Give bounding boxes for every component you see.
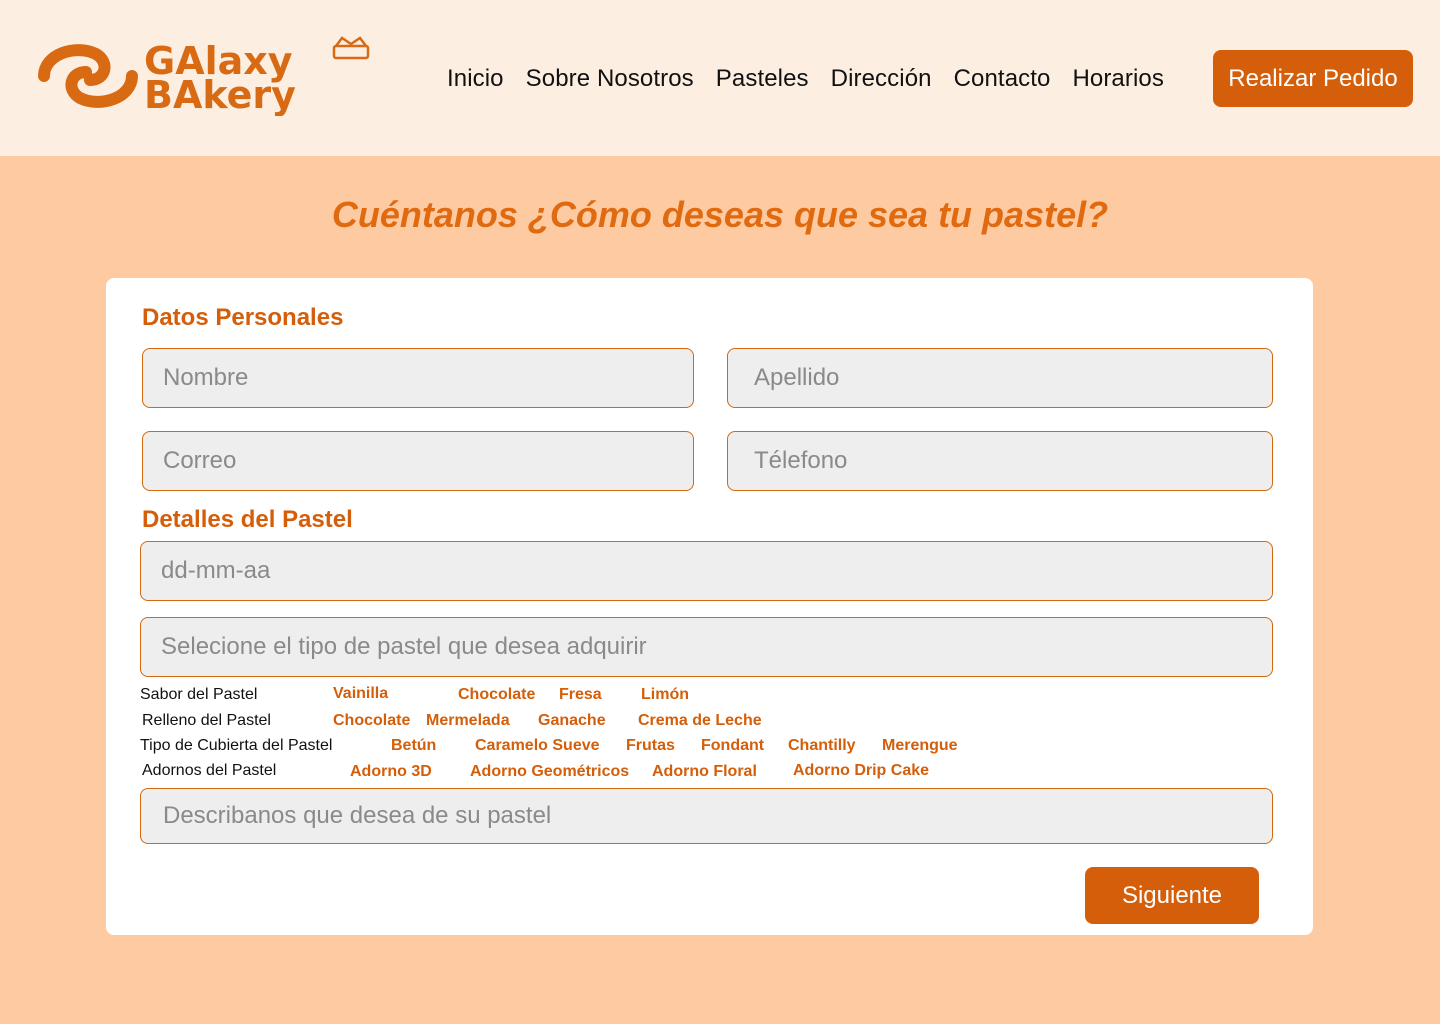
cover-option[interactable]: Merengue bbox=[882, 737, 958, 755]
filling-option[interactable]: Chocolate bbox=[333, 712, 410, 730]
flavor-option[interactable]: Fresa bbox=[559, 686, 602, 704]
cake-details-title: Detalles del Pastel bbox=[142, 506, 353, 533]
flavor-option[interactable]: Chocolate bbox=[458, 686, 535, 704]
nav-pasteles[interactable]: Pasteles bbox=[716, 65, 809, 93]
decor-label: Adornos del Pastel bbox=[142, 762, 277, 779]
decor-option[interactable]: Adorno Drip Cake bbox=[793, 762, 929, 780]
cover-option[interactable]: Fondant bbox=[701, 737, 764, 755]
crown-icon bbox=[332, 36, 370, 60]
email-input[interactable]: Correo bbox=[142, 431, 694, 491]
cover-option[interactable]: Frutas bbox=[626, 737, 675, 755]
decor-option[interactable]: Adorno Floral bbox=[652, 763, 757, 781]
cover-label: Tipo de Cubierta del Pastel bbox=[140, 737, 333, 754]
nav-inicio[interactable]: Inicio bbox=[447, 65, 504, 93]
cover-option[interactable]: Betún bbox=[391, 737, 436, 755]
order-form-card: Datos Personales Nombre Apellido Correo … bbox=[106, 278, 1313, 935]
personal-data-title: Datos Personales bbox=[142, 304, 344, 331]
main-nav: Inicio Sobre Nosotros Pasteles Dirección… bbox=[447, 62, 1186, 96]
swirl-logo-icon bbox=[38, 44, 138, 108]
filling-option[interactable]: Ganache bbox=[538, 712, 606, 730]
phone-input[interactable]: Télefono bbox=[727, 431, 1273, 491]
description-textarea[interactable]: Describanos que desea de su pastel bbox=[140, 788, 1273, 844]
flavor-label: Sabor del Pastel bbox=[140, 686, 258, 703]
date-input[interactable]: dd-mm-aa bbox=[140, 541, 1273, 601]
first-name-input[interactable]: Nombre bbox=[142, 348, 694, 408]
flavor-option[interactable]: Vainilla bbox=[333, 685, 388, 703]
galaxy-bakery-logo[interactable]: GAlaxy BAkery bbox=[36, 36, 376, 116]
cake-type-select[interactable]: Selecione el tipo de pastel que desea ad… bbox=[140, 617, 1273, 677]
nav-sobre-nosotros[interactable]: Sobre Nosotros bbox=[526, 65, 694, 93]
last-name-input[interactable]: Apellido bbox=[727, 348, 1273, 408]
logo-line2: BAkery bbox=[144, 73, 296, 116]
filling-option[interactable]: Crema de Leche bbox=[638, 712, 762, 730]
nav-direccion[interactable]: Dirección bbox=[831, 65, 932, 93]
flavor-option[interactable]: Limón bbox=[641, 686, 689, 704]
cover-option[interactable]: Chantilly bbox=[788, 737, 856, 755]
decor-option[interactable]: Adorno Geométricos bbox=[470, 763, 629, 781]
nav-contacto[interactable]: Contacto bbox=[954, 65, 1051, 93]
page-title: Cuéntanos ¿Cómo deseas que sea tu pastel… bbox=[331, 194, 1109, 235]
site-header: GAlaxy BAkery Inicio Sobre Nosotros Past… bbox=[0, 0, 1440, 156]
cover-option[interactable]: Caramelo Sueve bbox=[475, 737, 600, 755]
realizar-pedido-button[interactable]: Realizar Pedido bbox=[1213, 50, 1413, 107]
filling-label: Relleno del Pastel bbox=[142, 712, 271, 729]
decor-option[interactable]: Adorno 3D bbox=[350, 763, 432, 781]
filling-option[interactable]: Mermelada bbox=[426, 712, 510, 730]
nav-horarios[interactable]: Horarios bbox=[1072, 65, 1164, 93]
next-button[interactable]: Siguiente bbox=[1085, 867, 1259, 924]
